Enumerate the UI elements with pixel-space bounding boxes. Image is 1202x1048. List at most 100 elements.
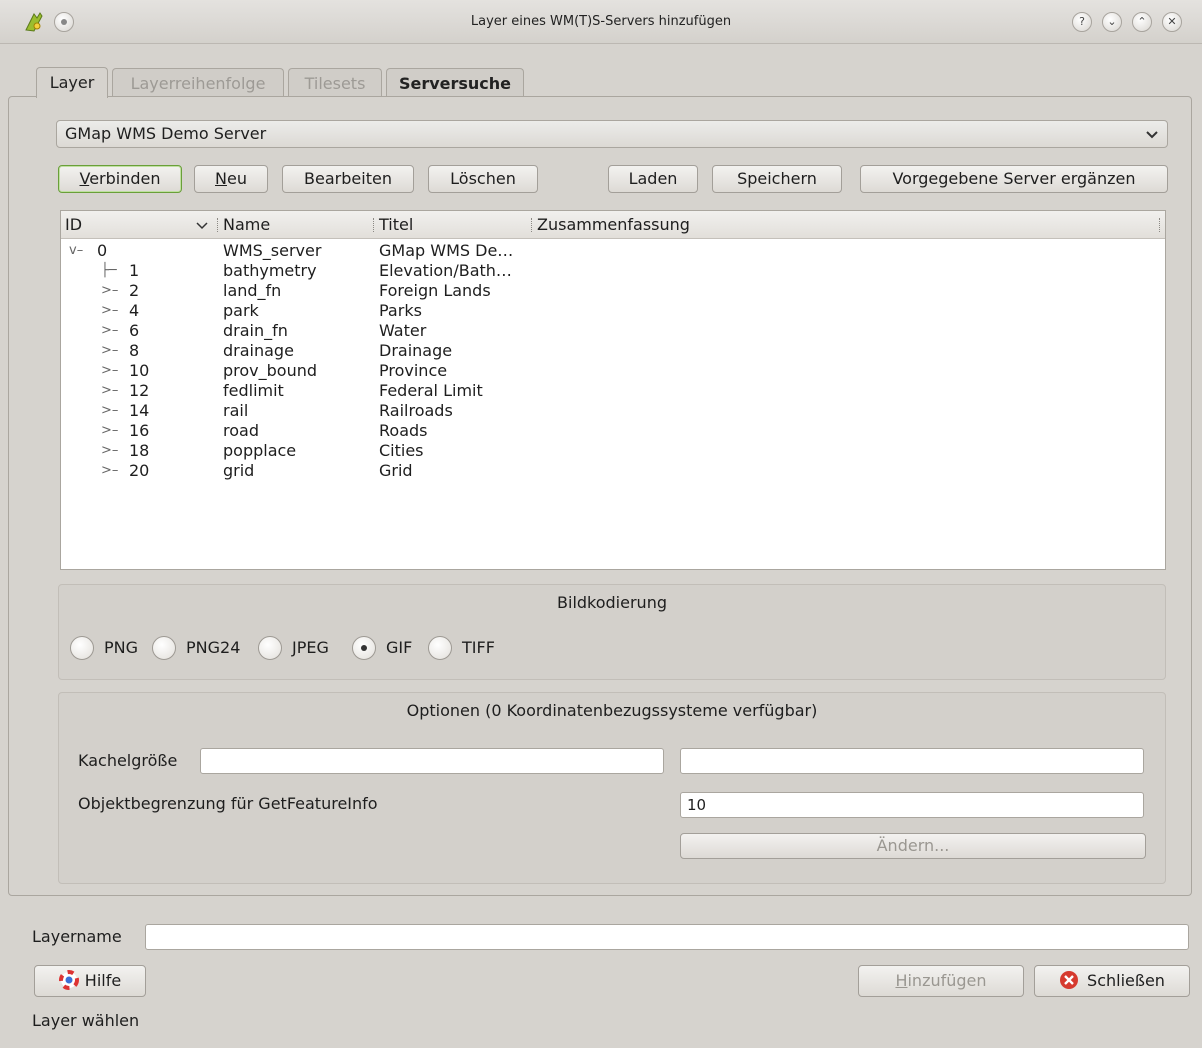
radio-label: GIF: [386, 638, 413, 657]
radio-selected-dot: [361, 645, 367, 651]
layer-tree[interactable]: ID Name Titel Zusammenfassung v– 0 WMS_ser…: [60, 210, 1166, 570]
row-name: road: [223, 421, 259, 440]
row-id: 6: [129, 321, 140, 340]
radio-label: PNG24: [186, 638, 241, 657]
radio-label: JPEG: [292, 638, 329, 657]
expand-arrow-icon[interactable]: >–: [101, 381, 118, 401]
tree-row[interactable]: >– 12 fedlimit Federal Limit: [61, 381, 1165, 401]
row-title: GMap WMS De…: [379, 241, 514, 260]
tile-width-input[interactable]: [200, 748, 664, 774]
expand-arrow-icon[interactable]: >–: [101, 321, 118, 341]
row-id: 12: [129, 381, 150, 400]
tree-row[interactable]: >– 4 park Parks: [61, 301, 1165, 321]
tree-row[interactable]: ├─ 1 bathymetry Elevation/Bath…: [61, 261, 1165, 281]
column-separator: [1159, 218, 1160, 232]
window-title: Layer eines WM(T)S-Servers hinzufügen: [470, 14, 732, 29]
feature-limit-input[interactable]: 10: [680, 792, 1144, 818]
tree-row[interactable]: >– 16 road Roads: [61, 421, 1165, 441]
tree-row[interactable]: >– 18 popplace Cities: [61, 441, 1165, 461]
expanded-branch-icon[interactable]: v–: [69, 241, 83, 261]
tree-body: v– 0 WMS_server GMap WMS De… ├─ 1 bathymetry El…: [61, 241, 1165, 561]
expand-arrow-icon[interactable]: >–: [101, 461, 118, 481]
expand-arrow-icon[interactable]: >–: [101, 441, 118, 461]
layer-name-input[interactable]: [145, 924, 1189, 950]
expand-arrow-icon[interactable]: >–: [101, 281, 118, 301]
row-id: 20: [129, 461, 150, 480]
tree-row[interactable]: >– 10 prov_bound Province: [61, 361, 1165, 381]
help-title-icon[interactable]: ?: [1072, 12, 1092, 32]
row-title: Parks: [379, 301, 422, 320]
new-button[interactable]: Neu: [194, 165, 268, 193]
radio-tiff[interactable]: [428, 636, 452, 660]
radio-label: PNG: [104, 638, 139, 657]
row-title: Province: [379, 361, 448, 380]
encoding-options: PNG PNG24 JPEG GIF TIFF: [70, 636, 570, 662]
help-button[interactable]: Hilfe: [34, 965, 146, 997]
row-title: Elevation/Bath…: [379, 261, 512, 280]
tree-row[interactable]: >– 8 drainage Drainage: [61, 341, 1165, 361]
tree-row[interactable]: >– 20 grid Grid: [61, 461, 1165, 481]
radio-jpeg[interactable]: [258, 636, 282, 660]
minimize-icon[interactable]: ⌄: [1102, 12, 1122, 32]
row-id: 16: [129, 421, 150, 440]
column-title[interactable]: Titel: [379, 211, 413, 239]
maximize-icon[interactable]: ⌃: [1132, 12, 1152, 32]
expand-arrow-icon[interactable]: >–: [101, 301, 118, 321]
tree-row[interactable]: >– 6 drain_fn Water: [61, 321, 1165, 341]
close-button[interactable]: Schließen: [1034, 965, 1190, 997]
window-menu-icon[interactable]: [54, 12, 74, 32]
row-name: park: [223, 301, 259, 320]
row-name: fedlimit: [223, 381, 284, 400]
tile-height-input[interactable]: [680, 748, 1144, 774]
chevron-down-icon: [1146, 131, 1158, 139]
close-window-icon[interactable]: ✕: [1162, 12, 1182, 32]
tile-size-label: Kachelgröße: [78, 751, 178, 770]
row-name: WMS_server: [223, 241, 322, 260]
column-abstract[interactable]: Zusammenfassung: [537, 211, 690, 239]
row-name: drain_fn: [223, 321, 288, 340]
add-default-servers-button[interactable]: Vorgegebene Server ergänzen: [860, 165, 1168, 193]
feature-limit-label: Objektbegrenzung für GetFeatureInfo: [78, 794, 378, 813]
column-name[interactable]: Name: [223, 211, 270, 239]
row-title: Railroads: [379, 401, 453, 420]
row-id: 10: [129, 361, 150, 380]
row-id: 18: [129, 441, 150, 460]
tree-row[interactable]: v– 0 WMS_server GMap WMS De…: [61, 241, 1165, 261]
column-id[interactable]: ID: [65, 211, 82, 239]
row-name: grid: [223, 461, 255, 480]
tree-row[interactable]: >– 14 rail Railroads: [61, 401, 1165, 421]
save-button[interactable]: Speichern: [712, 165, 842, 193]
column-separator: [217, 218, 218, 232]
edit-button[interactable]: Bearbeiten: [282, 165, 414, 193]
row-id: 2: [129, 281, 140, 300]
row-title: Water: [379, 321, 427, 340]
expand-arrow-icon[interactable]: >–: [101, 401, 118, 421]
sort-indicator-icon: [196, 222, 208, 230]
radio-png[interactable]: [70, 636, 94, 660]
tab-layer[interactable]: Layer: [36, 67, 108, 98]
row-name: rail: [223, 401, 249, 420]
options-title: Optionen (0 Koordinatenbezugssysteme ver…: [406, 701, 818, 720]
change-crs-button[interactable]: Ändern...: [680, 833, 1146, 859]
tree-header: ID Name Titel Zusammenfassung: [61, 211, 1165, 239]
row-title: Drainage: [379, 341, 453, 360]
row-name: popplace: [223, 441, 297, 460]
layer-name-label: Layername: [32, 927, 122, 946]
add-layer-button[interactable]: Hinzufügen: [858, 965, 1024, 997]
expand-arrow-icon[interactable]: >–: [101, 421, 118, 441]
row-id: 1: [129, 261, 140, 280]
expand-arrow-icon[interactable]: >–: [101, 341, 118, 361]
expand-arrow-icon[interactable]: >–: [101, 361, 118, 381]
server-select[interactable]: GMap WMS Demo Server: [56, 120, 1168, 148]
row-name: land_fn: [223, 281, 282, 300]
tree-row[interactable]: >– 2 land_fn Foreign Lands: [61, 281, 1165, 301]
radio-gif[interactable]: [352, 636, 376, 660]
row-title: Foreign Lands: [379, 281, 491, 300]
load-button[interactable]: Laden: [608, 165, 698, 193]
connect-button[interactable]: Verbinden: [58, 165, 182, 193]
radio-png24[interactable]: [152, 636, 176, 660]
row-name: bathymetry: [223, 261, 317, 280]
close-icon: [1060, 971, 1079, 989]
delete-button[interactable]: Löschen: [428, 165, 538, 193]
column-separator: [373, 218, 374, 232]
